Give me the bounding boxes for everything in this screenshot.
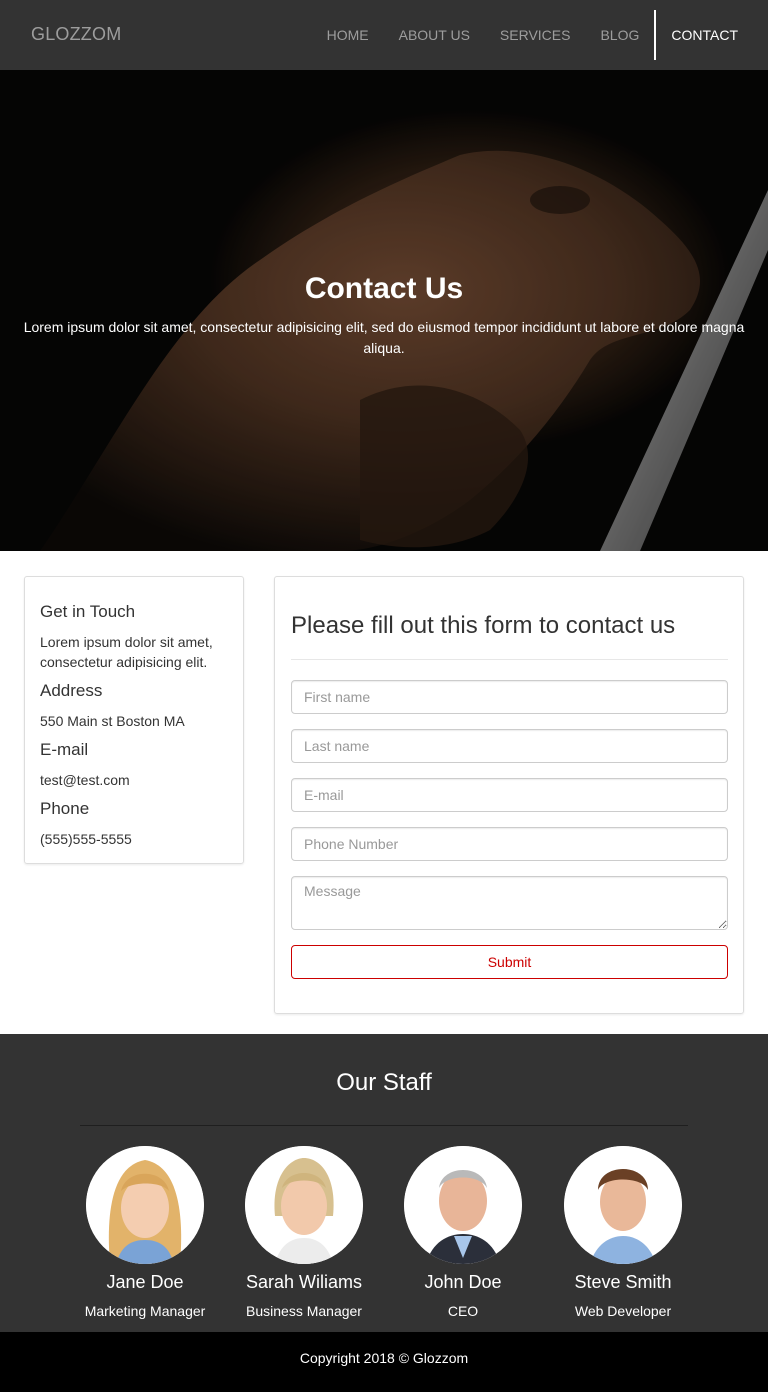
staff-title: Our Staff (336, 1069, 432, 1096)
avatar (245, 1146, 363, 1264)
message-textarea[interactable] (291, 876, 728, 930)
nav-item-home[interactable]: HOME (312, 0, 384, 70)
address-heading: Address (40, 681, 103, 700)
staff-member: Jane Doe Marketing Manager (65, 1146, 225, 1319)
contact-info-card: Get in Touch Lorem ipsum dolor sit amet,… (24, 576, 244, 864)
staff-name: Jane Doe (106, 1272, 184, 1292)
hero-banner: Contact Us Lorem ipsum dolor sit amet, c… (0, 70, 768, 551)
staff-role: Web Developer (574, 1303, 672, 1319)
staff-name: Steve Smith (574, 1272, 672, 1292)
avatar (564, 1146, 682, 1264)
staff-role: Marketing Manager (84, 1303, 206, 1319)
avatar (86, 1146, 204, 1264)
nav-item-about-us[interactable]: ABOUT US (384, 0, 485, 70)
avatar (404, 1146, 522, 1264)
submit-button[interactable]: Submit (291, 945, 728, 979)
phone-number-input[interactable] (291, 827, 728, 861)
hero-subtitle: Lorem ipsum dolor sit amet, consectetur … (23, 319, 745, 356)
staff-member: Sarah Wiliams Business Manager (224, 1146, 384, 1319)
contact-form-card: Please fill out this form to contact us … (274, 576, 744, 1014)
staff-role: Business Manager (246, 1303, 362, 1319)
phone-heading: Phone (40, 799, 90, 818)
contact-info-title: Get in Touch (40, 602, 136, 621)
last-name-input[interactable] (291, 729, 728, 763)
phone-value: (555)555-5555 (40, 831, 132, 847)
copyright-text: Copyright 2018 © Glozzom (299, 1350, 469, 1366)
staff-role: CEO (447, 1303, 479, 1319)
nav-item-blog[interactable]: BLOG (585, 0, 654, 70)
email-input[interactable] (291, 778, 728, 812)
hero-title: Contact Us (304, 272, 464, 305)
nav-item-services[interactable]: SERVICES (485, 0, 586, 70)
email-value: test@test.com (40, 772, 130, 788)
brand-logo[interactable]: GLOZZOM (31, 24, 121, 45)
staff-member: Steve Smith Web Developer (543, 1146, 703, 1319)
form-divider (291, 659, 728, 660)
hero-background-image (0, 70, 768, 551)
first-name-input[interactable] (291, 680, 728, 714)
form-title: Please fill out this form to contact us (291, 612, 676, 639)
staff-section: Our Staff Jane Doe Marketing Manager Sar… (0, 1034, 768, 1332)
footer: Copyright 2018 © Glozzom (0, 1332, 768, 1392)
staff-divider (80, 1125, 688, 1126)
email-heading: E-mail (40, 740, 89, 759)
staff-name: John Doe (424, 1272, 502, 1292)
address-value: 550 Main st Boston MA (40, 713, 185, 729)
nav-item-contact[interactable]: CONTACT (654, 10, 768, 60)
staff-name: Sarah Wiliams (245, 1272, 363, 1292)
navbar: GLOZZOM HOME ABOUT US SERVICES BLOG CONT… (0, 0, 768, 70)
nav-menu: HOME ABOUT US SERVICES BLOG CONTACT (312, 0, 768, 70)
contact-info-text: Lorem ipsum dolor sit amet, consectetur … (40, 634, 213, 670)
staff-member: John Doe CEO (383, 1146, 543, 1319)
